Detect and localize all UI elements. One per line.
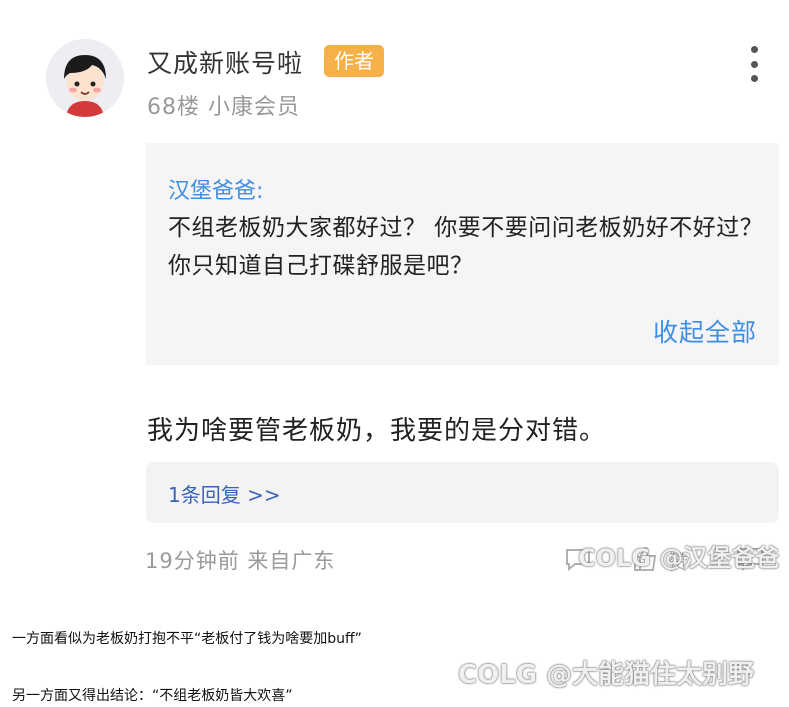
quote-text: 不组老板奶大家都好过？ 你要不要问问老板奶好不好过？ 你只知道自己打碟舒服是吧？ [168,215,764,279]
timestamp: 19分钟前 [145,549,240,573]
floor-number: 68楼 [147,95,200,120]
username[interactable]: 又成新账号啦 [147,44,303,80]
location: 来自广东 [247,549,336,573]
quote-author[interactable]: 汉堡爸爸: [168,173,263,205]
comment-text: 我为啥要管老板奶，我要的是分对错。 [147,416,607,446]
caption-line-1: 一方面看似为老板奶打抱不平“老板付了钱为啥要加buff” [12,631,362,647]
watermark-top: COLG @汉堡爸爸 [578,544,780,572]
collapse-button[interactable]: 收起全部 [653,313,757,349]
author-badge: 作者 [324,45,384,77]
avatar[interactable] [46,39,124,117]
member-level: 小康会员 [208,95,301,120]
quoted-comment: 汉堡爸爸: 不组老板奶大家都好过？ 你要不要问问老板奶好不好过？ 你只知道自己打… [146,143,779,365]
view-replies-link[interactable]: 1条回复 >> [168,479,281,508]
more-icon[interactable] [744,46,764,82]
user-meta: 68楼 小康会员 [147,89,300,121]
comment-footer: 19分钟前 来自广东 [145,545,335,575]
replies-panel[interactable]: 1条回复 >> [146,462,779,523]
watermark-bottom: COLG @大能猫住太别野 [458,660,755,690]
caption-line-2: 另一方面又得出结论：“不组老板奶皆大欢喜” [12,688,293,704]
